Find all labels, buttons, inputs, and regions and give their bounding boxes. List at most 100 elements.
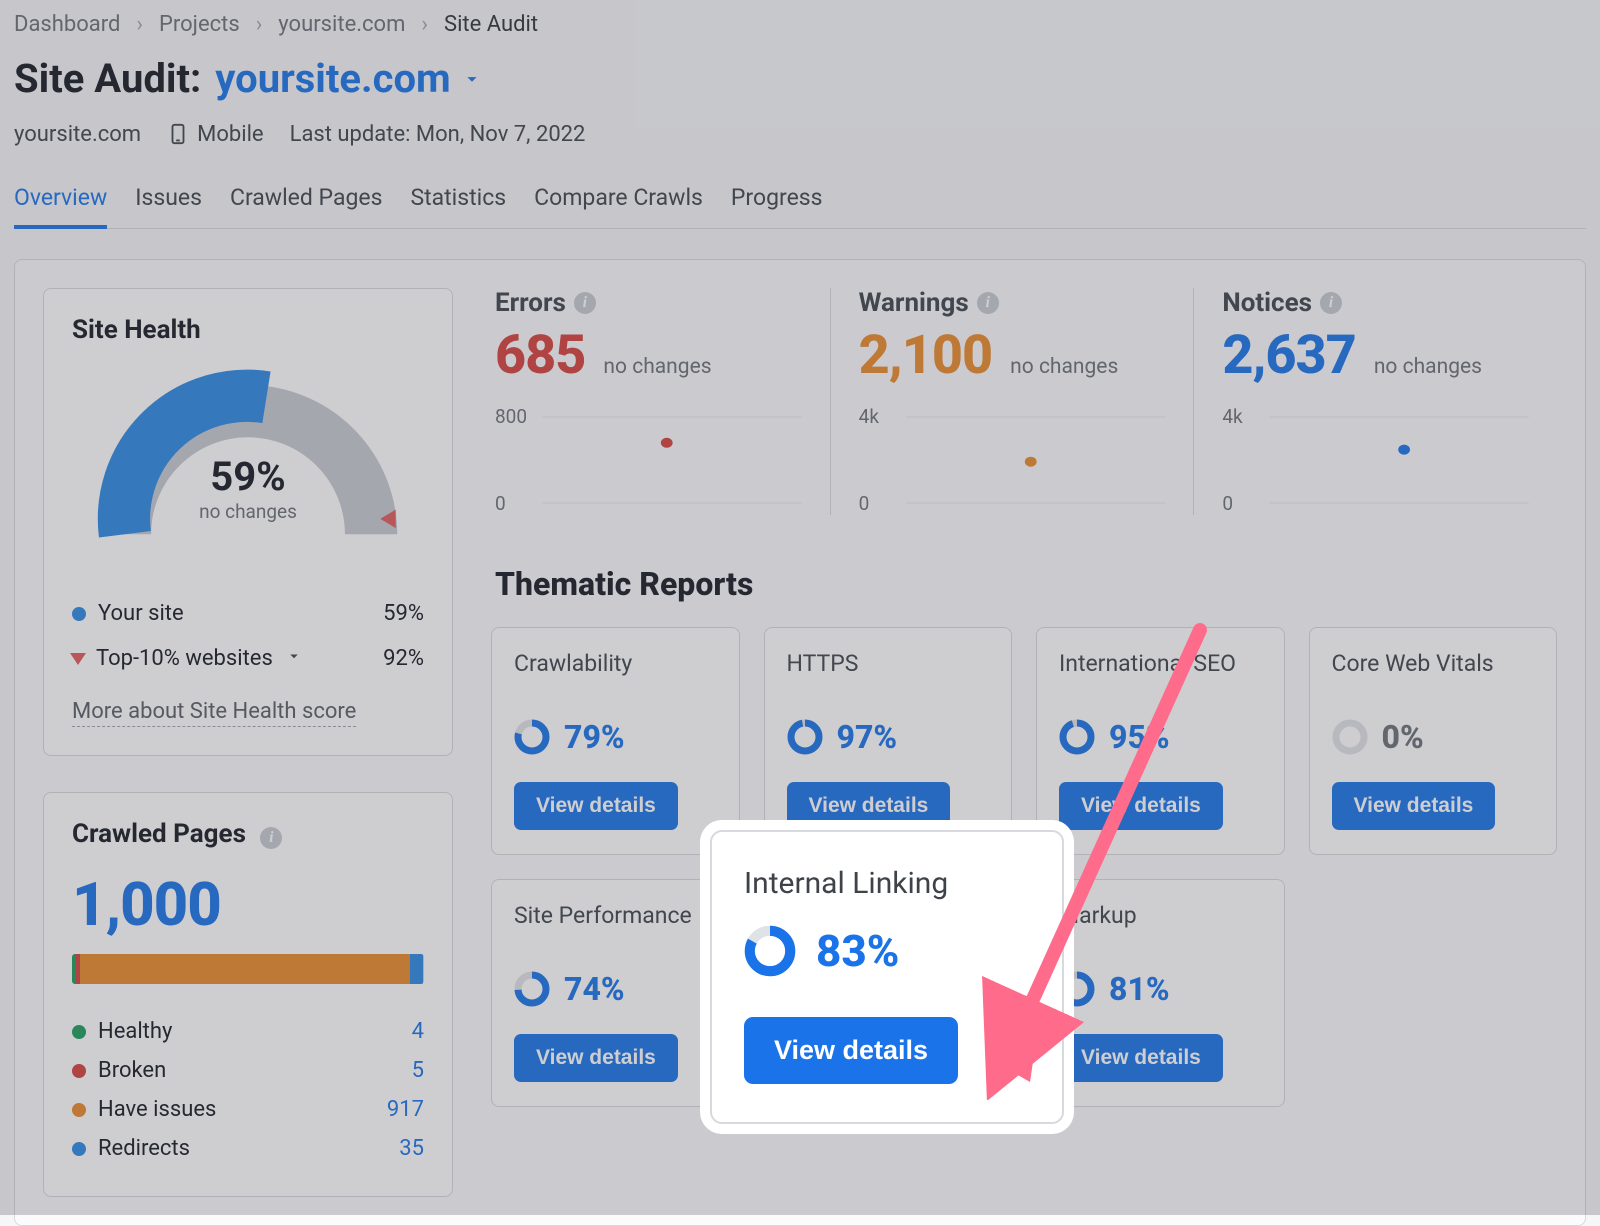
breadcrumb: Dashboard › Projects › yoursite.com › Si…	[14, 12, 1586, 37]
tab-compare-crawls[interactable]: Compare Crawls	[534, 176, 703, 228]
view-details-button[interactable]: View details	[514, 782, 678, 830]
site-health-percent: 59%	[199, 453, 297, 500]
chevron-down-icon	[461, 68, 483, 90]
report-https: HTTPS 97% View details	[764, 627, 1013, 855]
tab-overview[interactable]: Overview	[14, 176, 107, 229]
report-title: Core Web Vitals	[1332, 650, 1535, 706]
chevron-down-icon[interactable]	[285, 646, 303, 671]
axis-top: 800	[495, 405, 527, 428]
metric-notices: Noticesi 2,637 no changes 4k 0	[1193, 288, 1557, 515]
metric-value: 685	[495, 324, 585, 387]
view-details-button[interactable]: View details	[1059, 782, 1223, 830]
seg-redirects	[410, 954, 423, 984]
stat-value[interactable]: 5	[412, 1058, 424, 1083]
stat-label: Redirects	[98, 1136, 190, 1161]
chevron-right-icon: ›	[421, 12, 428, 37]
metric-title: Warningsi	[859, 288, 1166, 318]
report-core-web-vitals: Core Web Vitals 0% View details	[1309, 627, 1558, 855]
metric-sparkline: 4k 0	[859, 405, 1166, 515]
axis-bottom: 0	[1222, 492, 1233, 515]
info-icon[interactable]: i	[260, 827, 282, 849]
tab-crawled-pages[interactable]: Crawled Pages	[230, 176, 382, 228]
mobile-icon	[167, 120, 189, 148]
crawled-stat-broken: Broken 5	[72, 1051, 424, 1090]
chevron-right-icon: ›	[136, 12, 143, 37]
highlight-title: Internal Linking	[744, 866, 1030, 901]
metric-title: Noticesi	[1222, 288, 1529, 318]
breadcrumb-current: Site Audit	[444, 12, 538, 37]
page-title: Site Audit:	[14, 55, 201, 102]
legend-your-site-label: Your site	[98, 601, 184, 626]
crawled-stat-have-issues: Have issues 917	[72, 1090, 424, 1129]
report-percent: 0%	[1382, 718, 1424, 756]
tab-progress[interactable]: Progress	[731, 176, 823, 228]
axis-top: 4k	[1222, 405, 1242, 428]
report-percent: 81%	[1109, 970, 1170, 1008]
meta-domain: yoursite.com	[14, 122, 141, 147]
metric-sub: no changes	[1374, 355, 1482, 379]
info-icon[interactable]: i	[574, 292, 596, 314]
metric-errors: Errorsi 685 no changes 800 0	[491, 288, 830, 515]
report-title: HTTPS	[787, 650, 990, 706]
domain-dropdown[interactable]: yoursite.com	[215, 55, 482, 102]
metric-value: 2,100	[859, 324, 992, 387]
ring-icon	[1332, 719, 1368, 755]
highlight-view-details-button[interactable]: View details	[744, 1017, 958, 1084]
tabs: Overview Issues Crawled Pages Statistics…	[14, 176, 1586, 229]
metric-value: 2,637	[1222, 324, 1355, 387]
report-title: Markup	[1059, 902, 1262, 958]
crawled-pages-card: Crawled Pages i 1,000 Healthy 4 Broken 5…	[43, 792, 453, 1197]
highlight-percent: 83%	[816, 925, 899, 977]
stat-value[interactable]: 4	[412, 1019, 424, 1044]
info-icon[interactable]: i	[1320, 292, 1342, 314]
breadcrumb-item[interactable]: Projects	[159, 12, 240, 37]
axis-top: 4k	[859, 405, 879, 428]
seg-other	[423, 954, 424, 984]
chevron-right-icon: ›	[256, 12, 263, 37]
more-about-site-health-link[interactable]: More about Site Health score	[72, 699, 356, 727]
crawled-stat-redirects: Redirects 35	[72, 1129, 424, 1168]
tab-issues[interactable]: Issues	[135, 176, 202, 228]
crawled-pages-bar	[72, 954, 424, 984]
legend-your-site-value: 59%	[383, 601, 424, 626]
metric-sparkline: 800 0	[495, 405, 802, 515]
legend-dot-icon	[72, 607, 86, 621]
report-crawlability: Crawlability 79% View details	[491, 627, 740, 855]
stat-value[interactable]: 917	[387, 1097, 424, 1122]
site-health-card: Site Health 59% no changes	[43, 288, 453, 756]
report-international-seo: International SEO 95% View details	[1036, 627, 1285, 855]
stat-label: Have issues	[98, 1097, 216, 1122]
domain-dropdown-label: yoursite.com	[215, 55, 450, 102]
internal-linking-highlight: Internal Linking 83% View details	[710, 830, 1064, 1124]
view-details-button[interactable]: View details	[787, 782, 951, 830]
crawled-pages-value: 1,000	[72, 869, 424, 940]
ring-icon	[787, 719, 823, 755]
report-percent: 95%	[1109, 718, 1170, 756]
axis-bottom: 0	[495, 492, 506, 515]
thematic-reports-title: Thematic Reports	[495, 565, 1557, 603]
crawled-stat-healthy: Healthy 4	[72, 1012, 424, 1051]
breadcrumb-item[interactable]: yoursite.com	[278, 12, 405, 37]
legend-dot-icon	[72, 1103, 86, 1117]
metric-title: Errorsi	[495, 288, 802, 318]
report-percent: 79%	[564, 718, 625, 756]
breadcrumb-item[interactable]: Dashboard	[14, 12, 120, 37]
metric-sparkline: 4k 0	[1222, 405, 1529, 515]
view-details-button[interactable]: View details	[514, 1034, 678, 1082]
metric-sub: no changes	[603, 355, 711, 379]
axis-bottom: 0	[859, 492, 870, 515]
report-site-performance: Site Performance 74% View details	[491, 879, 740, 1107]
stat-value[interactable]: 35	[399, 1136, 424, 1161]
report-percent: 74%	[564, 970, 625, 1008]
site-health-gauge: 59% no changes	[93, 365, 403, 565]
stat-label: Healthy	[98, 1019, 172, 1044]
view-details-button[interactable]: View details	[1332, 782, 1496, 830]
info-icon[interactable]: i	[977, 292, 999, 314]
report-title: Crawlability	[514, 650, 717, 706]
site-health-sub: no changes	[199, 500, 297, 523]
ring-icon	[744, 925, 796, 977]
ring-icon	[514, 719, 550, 755]
legend-dot-icon	[72, 1064, 86, 1078]
view-details-button[interactable]: View details	[1059, 1034, 1223, 1082]
tab-statistics[interactable]: Statistics	[410, 176, 506, 228]
